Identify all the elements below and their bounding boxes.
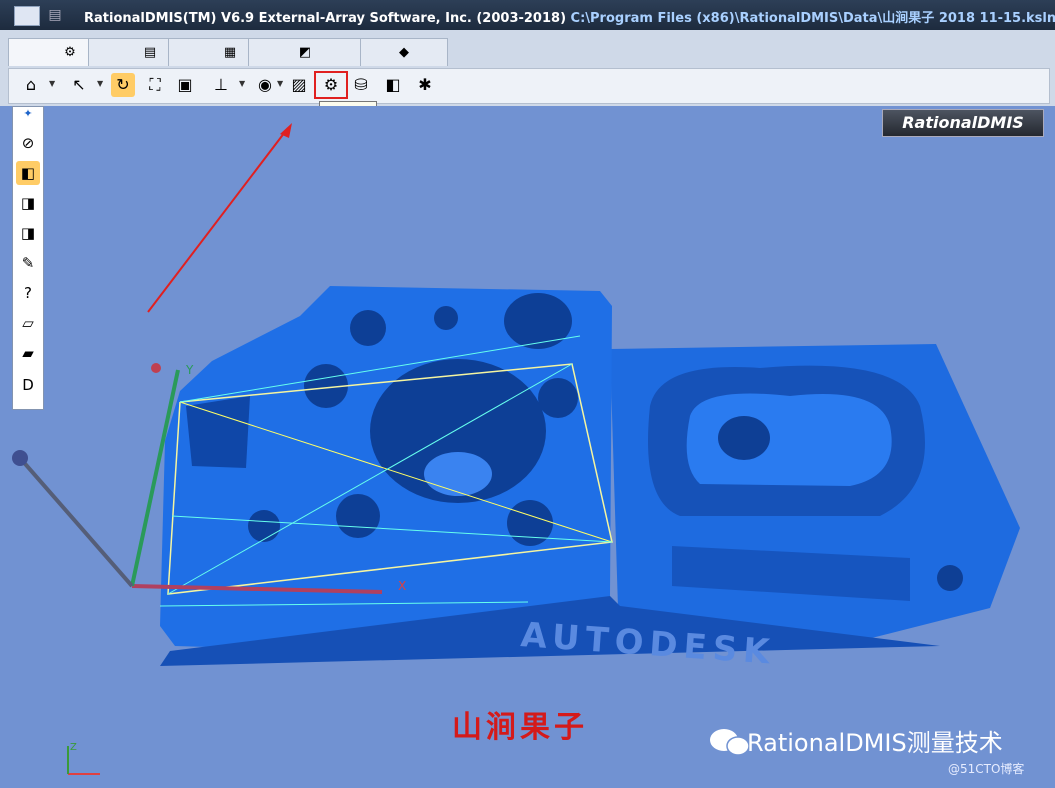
probe-cube-2-icon[interactable]: ◨ <box>16 221 40 245</box>
home-dropdown-icon[interactable]: ▼ <box>49 79 57 88</box>
corner-hole <box>937 565 963 591</box>
blog-watermark: @51CTO博客 <box>948 762 1025 776</box>
hole-1 <box>350 310 386 346</box>
overlay-author-text: 山涧果子 <box>452 710 588 745</box>
view-eye-icon[interactable]: ◉ <box>253 73 277 97</box>
annotation-arrow <box>147 127 289 313</box>
zoom-fit-icon[interactable]: ⛶ <box>143 73 167 97</box>
eye-dropdown-icon[interactable]: ▼ <box>277 79 285 88</box>
probe-multi-icon[interactable]: ▰ <box>16 341 40 365</box>
island-hole <box>718 416 770 460</box>
hole-7 <box>507 500 553 546</box>
hole-2 <box>434 306 458 330</box>
brand-logo: RationalDMIS <box>882 109 1044 137</box>
cad-viewport[interactable]: X Y AUTODESK Z <box>0 106 1055 788</box>
quick-access-icon[interactable]: ▤ <box>44 6 66 24</box>
probe-help-icon[interactable]: ? <box>16 281 40 305</box>
main-toolbar: ⌂ ▼ ↖ ▼ ↻ ⛶ ▣ ⊥ ▼ ◉ ▼ ▨ ⚙ ⛁ ◧ ✱ <box>8 68 1050 104</box>
coord-dropdown-icon[interactable]: ▼ <box>239 79 247 88</box>
rotate-view-icon[interactable]: ↻ <box>111 73 135 97</box>
probe-cube-icon[interactable]: ◨ <box>16 191 40 215</box>
model-canvas: X Y AUTODESK Z <box>12 123 1020 775</box>
wechat-watermark: RationalDMIS测量技术 <box>703 723 1003 759</box>
document-icon: ▤ <box>143 45 157 60</box>
pin-icon[interactable]: ✦ <box>16 107 40 121</box>
probe-off-icon[interactable]: ⊘ <box>16 131 40 155</box>
file-path: C:\Program Files (x86)\RationalDMIS\Data… <box>570 11 1055 26</box>
tools-icon: ◆ <box>399 45 409 60</box>
hole-3 <box>504 293 572 349</box>
probe-select-icon[interactable]: ◧ <box>381 73 405 97</box>
tab-tools[interactable]: ◆ <box>360 38 448 66</box>
probe-dmis-icon[interactable]: D <box>16 373 40 397</box>
settings-gear-icon[interactable]: ✱ <box>413 73 437 97</box>
cad-model-icon[interactable]: ▣ <box>173 73 197 97</box>
axis-y-label: Y <box>185 363 194 377</box>
tab-measure[interactable]: ◩ <box>248 38 362 66</box>
home-icon[interactable]: ⌂ <box>19 73 43 97</box>
cylinder-icon[interactable]: ⛁ <box>349 73 373 97</box>
axis-x-label: X <box>398 579 406 593</box>
table-icon: ▦ <box>223 45 237 60</box>
hole-8 <box>248 510 280 542</box>
probe-select-active-icon[interactable]: ◧ <box>16 161 40 185</box>
probe-edit-icon[interactable]: ✎ <box>16 251 40 275</box>
wechat-label: RationalDMIS测量技术 <box>747 729 1003 757</box>
hole-5 <box>538 378 578 418</box>
select-pointer-icon[interactable]: ↖ <box>67 73 91 97</box>
app-title: RationalDMIS(TM) V6.9 External-Array Sof… <box>84 11 567 26</box>
axis-z-knob <box>12 450 28 466</box>
mini-axis-z-label: Z <box>70 742 77 753</box>
axis-handle <box>151 363 161 373</box>
center-bore-floor <box>424 452 492 496</box>
measure-icon: ◩ <box>298 45 312 60</box>
robot-icon: ⚙ <box>64 45 76 60</box>
axis-z-line <box>18 456 134 588</box>
pocket-island <box>686 393 892 486</box>
app-menu-icon[interactable] <box>14 6 40 26</box>
auto-options-icon[interactable]: ⚙ <box>314 71 348 99</box>
probe-plane-icon[interactable]: ▱ <box>16 311 40 335</box>
window-title: RationalDMIS(TM) V6.9 External-Array Sof… <box>84 7 1055 26</box>
title-bar: ▤ RationalDMIS(TM) V6.9 External-Array S… <box>0 0 1055 30</box>
color-map-icon[interactable]: ▨ <box>287 73 311 97</box>
coordinate-system-icon[interactable]: ⊥ <box>209 73 233 97</box>
probe-palette: ✦ ⊘ ◧ ◨ ◨ ✎ ? ▱ ▰ D <box>12 106 44 410</box>
hole-6 <box>336 494 380 538</box>
select-dropdown-icon[interactable]: ▼ <box>97 79 105 88</box>
